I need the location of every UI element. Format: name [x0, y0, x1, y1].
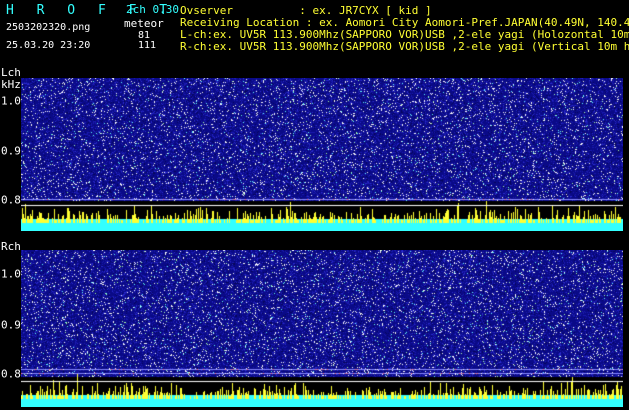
- rch-freq-tick-0.8: 0.8: [1, 367, 21, 381]
- version-label: 2ch 0.30: [126, 3, 179, 16]
- lch-freq-tick-0.8: 0.8: [1, 193, 21, 207]
- rch-freq-tick-1.0: 1.0: [1, 267, 21, 281]
- khz-unit-label: kHz: [1, 78, 21, 91]
- mode-label: meteor: [124, 17, 164, 30]
- rch-config-line: R-ch:ex. UV5R 113.900Mhz(SAPPORO VOR)USB…: [180, 40, 629, 53]
- filename-label: 2503202320.png: [6, 22, 91, 33]
- datetime-label: 25.03.20 23:20: [6, 40, 91, 51]
- lch-config-line: L-ch:ex. UV5R 113.900Mhz(SAPPORO VOR)USB…: [180, 28, 629, 41]
- rch-label: Rch: [1, 240, 21, 253]
- lch-spectrogram: [21, 78, 623, 231]
- rch-spectrogram: [21, 250, 623, 407]
- lch-freq-tick-1.0: 1.0: [1, 94, 21, 108]
- hroft-window: H R O F F T 2ch 0.30 2503202320.png mete…: [0, 0, 629, 410]
- observer-line: Ovserver : ex. JR7CYX [ kid ]: [180, 4, 432, 17]
- location-line: Receiving Location : ex. Aomori City Aom…: [180, 16, 629, 29]
- rch-freq-tick-0.9: 0.9: [1, 318, 21, 332]
- count-rch: 111: [138, 40, 157, 51]
- lch-freq-tick-0.9: 0.9: [1, 144, 21, 158]
